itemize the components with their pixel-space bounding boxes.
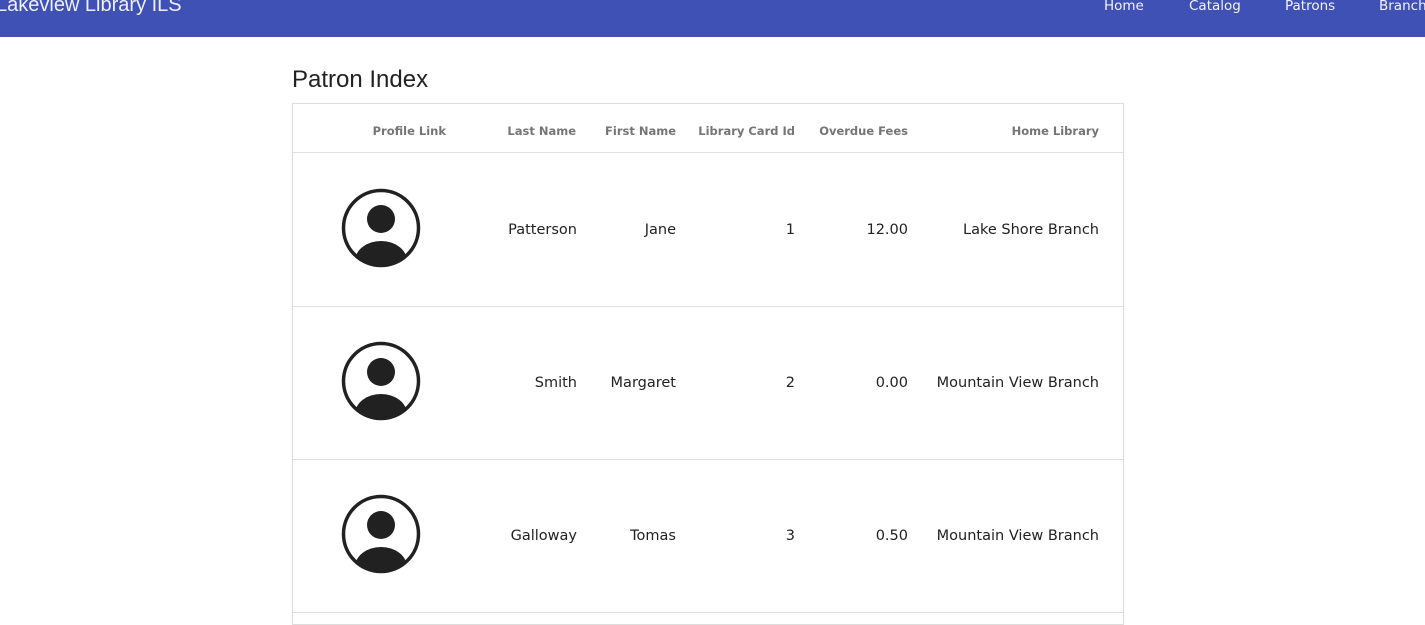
- column-header-last-name: Last Name: [507, 124, 576, 138]
- cell-first-name: Margaret: [610, 375, 676, 391]
- cell-library-card-id: 3: [785, 528, 795, 544]
- cell-last-name: Galloway: [510, 528, 577, 544]
- user-circle-icon[interactable]: [341, 188, 421, 268]
- column-header-library-card-id: Library Card Id: [698, 124, 795, 138]
- cell-library-card-id: 1: [785, 222, 795, 238]
- cell-first-name: Jane: [644, 222, 676, 238]
- column-header-overdue-fees: Overdue Fees: [819, 124, 908, 138]
- cell-last-name: Smith: [534, 375, 577, 391]
- nav-home-link[interactable]: Home: [1104, 0, 1144, 14]
- column-header-profile-link: Profile Link: [372, 124, 446, 138]
- cell-overdue-fees: 0.00: [875, 375, 908, 391]
- cell-home-library: Mountain View Branch: [936, 375, 1099, 391]
- cell-overdue-fees: 12.00: [866, 222, 908, 238]
- cell-last-name: Patterson: [508, 222, 577, 238]
- table-row: Smith Margaret 2 0.00 Mountain View Bran…: [293, 306, 1123, 460]
- brand-link[interactable]: Lakeview Library ILS: [0, 0, 182, 17]
- top-navbar: Lakeview Library ILS Home Catalog Patron…: [0, 0, 1425, 37]
- user-circle-icon[interactable]: [341, 494, 421, 574]
- column-header-home-library: Home Library: [1011, 124, 1099, 138]
- patron-table: Profile Link Last Name First Name Librar…: [292, 103, 1124, 625]
- nav-patrons-link[interactable]: Patrons: [1285, 0, 1335, 14]
- user-circle-icon[interactable]: [341, 341, 421, 421]
- cell-home-library: Lake Shore Branch: [963, 222, 1099, 238]
- page-title: Patron Index: [292, 66, 429, 93]
- column-header-first-name: First Name: [605, 124, 676, 138]
- cell-home-library: Mountain View Branch: [936, 528, 1099, 544]
- cell-first-name: Tomas: [630, 528, 676, 544]
- cell-library-card-id: 2: [785, 375, 795, 391]
- cell-overdue-fees: 0.50: [875, 528, 908, 544]
- nav-catalog-link[interactable]: Catalog: [1189, 0, 1241, 14]
- table-row: Galloway Tomas 3 0.50 Mountain View Bran…: [293, 459, 1123, 613]
- table-row: Patterson Jane 1 12.00 Lake Shore Branch: [293, 153, 1123, 307]
- nav-branches-link[interactable]: Branche: [1379, 0, 1425, 14]
